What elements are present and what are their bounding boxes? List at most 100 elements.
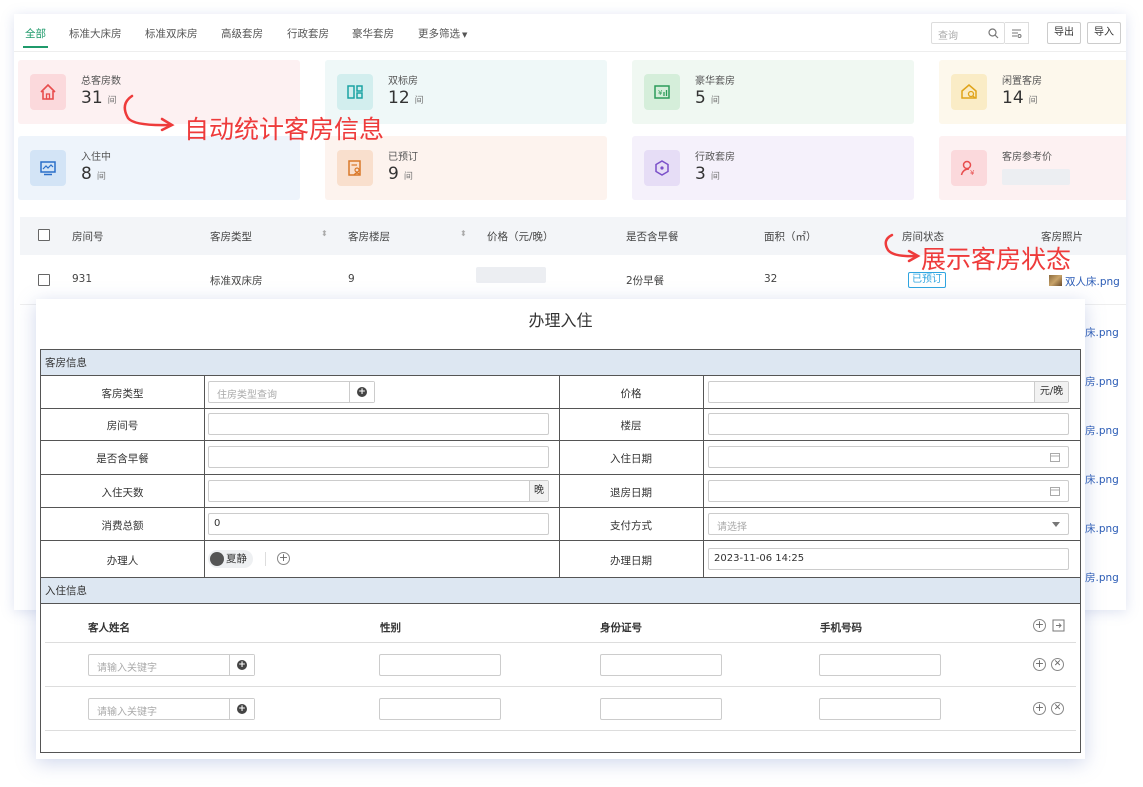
annotation-stats-note: 自动统计客房信息 [184,115,385,144]
row-checkbox[interactable] [38,274,50,286]
add-row-icon[interactable]: + [1033,658,1046,671]
phone-input[interactable] [819,654,941,676]
id-number-header: 身份证号 [600,622,642,634]
guest-row: 请输入关键字 + + ✕ [45,643,1076,687]
breakfast-input[interactable] [208,446,549,468]
partial-photo-link[interactable]: 床.png [1085,472,1119,487]
guest-name-placeholder: 请输入关键字 [97,707,157,718]
cell-room-number: 931 [72,273,93,285]
total-amount-value: 0 [214,518,221,529]
import-guest-icon[interactable] [1052,619,1065,632]
room-type-label: 客房类型 [101,388,144,400]
total-amount-label: 消费总额 [101,520,144,532]
payment-method-label: 支付方式 [610,520,652,532]
twin-room-icon [337,74,373,110]
stat-label: 已预订 [388,152,418,163]
stat-unit: 间 [1028,96,1038,106]
add-icon: + [237,660,247,670]
gender-input[interactable] [379,654,501,676]
section-room-info: 客房信息 [41,350,1080,376]
svg-text:¥: ¥ [970,169,975,177]
stat-number: 9 [388,164,399,184]
partial-photo-link[interactable]: 房.png [1085,423,1119,438]
stat-label: 入住中 [81,152,111,163]
sort-icon[interactable]: ⬍ [460,229,467,238]
room-number-input[interactable] [208,413,549,435]
stat-card-luxury-suites: ¥ 豪华套房 5间 [632,60,914,124]
tab-standard-twin[interactable]: 标准双床房 [145,26,198,41]
header-room-type[interactable]: 客房类型 [210,229,252,244]
tab-all[interactable]: 全部 [23,26,48,48]
guest-name-input[interactable]: 请输入关键字 + [88,698,255,720]
stat-unit: 间 [96,172,106,182]
sort-icon[interactable]: ⬍ [321,229,328,238]
handle-date-input[interactable]: 2023-11-06 14:25 [708,548,1069,570]
photo-filename: 双人床.png [1065,276,1120,288]
search-input[interactable]: 查询 [931,22,1005,44]
handler-name: 夏静 [226,553,247,565]
tab-standard-king[interactable]: 标准大床房 [69,26,122,41]
cell-room-photo[interactable]: 双人床.png [1049,274,1120,289]
partial-photo-link[interactable]: 床.png [1085,521,1119,536]
form-row: 消费总额 0 支付方式 请选择 [41,508,1080,541]
id-number-input[interactable] [600,698,722,720]
stat-value: 8间 [81,164,106,184]
form-row: 入住天数 晚 退房日期 [41,475,1080,508]
more-filters-label: 更多筛选 [418,28,460,40]
tab-deluxe-suite[interactable]: 高级套房 [221,26,263,41]
price-input[interactable]: 元/晚 [708,381,1069,403]
select-all-checkbox[interactable] [38,229,50,241]
stay-days-label: 入住天数 [101,487,144,499]
stat-card-idle-rooms: 闲置客房 14 间 [939,60,1126,124]
tab-executive-suite[interactable]: 行政套房 [287,26,329,41]
stat-value: 5间 [695,88,720,108]
checkin-date-picker[interactable] [708,446,1069,468]
stay-days-input[interactable]: 晚 [208,480,549,502]
phone-input[interactable] [819,698,941,720]
header-floor[interactable]: 客房楼层 [348,229,390,244]
room-number-label: 房间号 [106,420,139,432]
remove-row-icon[interactable]: ✕ [1051,658,1064,671]
handler-label: 办理人 [106,555,139,567]
guest-lookup-button[interactable]: + [229,699,254,719]
remove-row-icon[interactable]: ✕ [1051,702,1064,715]
guest-name-input[interactable]: 请输入关键字 + [88,654,255,676]
partial-photo-link[interactable]: 房.png [1085,374,1119,389]
guest-lookup-button[interactable]: + [229,655,254,675]
room-type-add-button[interactable]: + [349,382,374,402]
idle-room-icon [951,74,987,110]
gender-input[interactable] [379,698,501,720]
header-room-number: 房间号 [72,231,104,243]
svg-text:¥: ¥ [658,89,663,97]
advanced-filter-button[interactable] [1005,22,1029,44]
add-handler-icon[interactable]: + [277,552,290,565]
import-button[interactable]: 导入 [1087,22,1121,44]
home-icon [30,74,66,110]
floor-input[interactable] [708,413,1069,435]
tab-more-filters[interactable]: 更多筛选 ▼ [418,26,467,41]
guest-name-placeholder: 请输入关键字 [97,663,157,674]
handler-person-tag[interactable]: 夏静 [208,550,253,568]
stat-number: 31 [81,88,103,108]
floor-label: 楼层 [620,420,642,432]
id-number-input[interactable] [600,654,722,676]
partial-photo-link[interactable]: 床.png [1085,325,1119,340]
guest-row: 请输入关键字 + + ✕ [45,687,1076,731]
checkin-monitor-icon [30,150,66,186]
checkin-date-label: 入住日期 [610,453,652,465]
export-button[interactable]: 导出 [1047,22,1081,44]
stat-label: 行政套房 [695,152,735,163]
checkout-date-picker[interactable] [708,480,1069,502]
partial-photo-link[interactable]: 房.png [1085,570,1119,585]
payment-method-select[interactable]: 请选择 [708,513,1069,535]
chevron-down-icon [1052,522,1060,527]
add-row-icon[interactable]: + [1033,702,1046,715]
stat-unit: 间 [710,96,720,106]
avatar [210,552,224,566]
total-amount-input[interactable]: 0 [208,513,549,535]
header-breakfast: 是否含早餐 [626,231,679,243]
tab-luxury-suite[interactable]: 豪华套房 [352,26,394,41]
room-type-input[interactable]: 住房类型查询 + [208,381,375,403]
add-guest-icon[interactable]: + [1033,619,1046,632]
cell-price-placeholder [476,267,546,283]
